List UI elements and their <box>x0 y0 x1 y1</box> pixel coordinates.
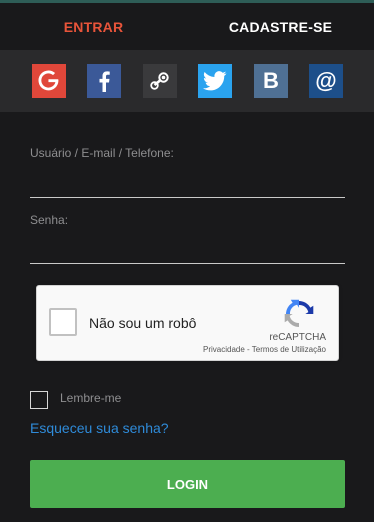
recaptcha-checkbox[interactable] <box>49 308 77 336</box>
mail-icon: @ <box>315 68 337 93</box>
password-label: Senha: <box>30 213 69 227</box>
remember-me-checkbox[interactable] <box>30 391 48 409</box>
mail-login-button[interactable]: @ <box>309 64 343 98</box>
username-input[interactable] <box>30 168 345 196</box>
steam-login-button[interactable] <box>143 64 177 98</box>
facebook-icon <box>97 70 111 92</box>
recaptcha-terms-link[interactable]: Privacidade - Termos de Utilização <box>203 345 326 354</box>
vk-icon: B <box>263 68 279 93</box>
password-underline <box>30 263 345 264</box>
tab-login[interactable]: ENTRAR <box>0 3 187 50</box>
vk-login-button[interactable]: B <box>254 64 288 98</box>
auth-tabs: ENTRAR CADASTRE-SE <box>0 3 374 50</box>
remember-me-label: Lembre-me <box>60 391 122 405</box>
twitter-login-button[interactable] <box>198 64 232 98</box>
google-icon <box>38 70 60 92</box>
recaptcha-brand: reCAPTCHA <box>269 332 326 343</box>
social-login-bar: B @ <box>0 50 374 112</box>
facebook-login-button[interactable] <box>87 64 121 98</box>
steam-icon <box>149 70 171 92</box>
recaptcha-logo-icon <box>282 298 316 330</box>
login-button[interactable]: LOGIN <box>30 460 345 508</box>
username-label: Usuário / E-mail / Telefone: <box>30 146 174 160</box>
password-input[interactable] <box>30 234 345 262</box>
tab-register[interactable]: CADASTRE-SE <box>187 3 374 50</box>
username-underline <box>30 197 345 198</box>
forgot-password-link[interactable]: Esqueceu sua senha? <box>30 420 169 436</box>
twitter-icon <box>203 71 227 91</box>
google-login-button[interactable] <box>32 64 66 98</box>
recaptcha-widget: Não sou um robô reCAPTCHA Privacidade - … <box>36 285 339 361</box>
recaptcha-label: Não sou um robô <box>89 315 197 331</box>
